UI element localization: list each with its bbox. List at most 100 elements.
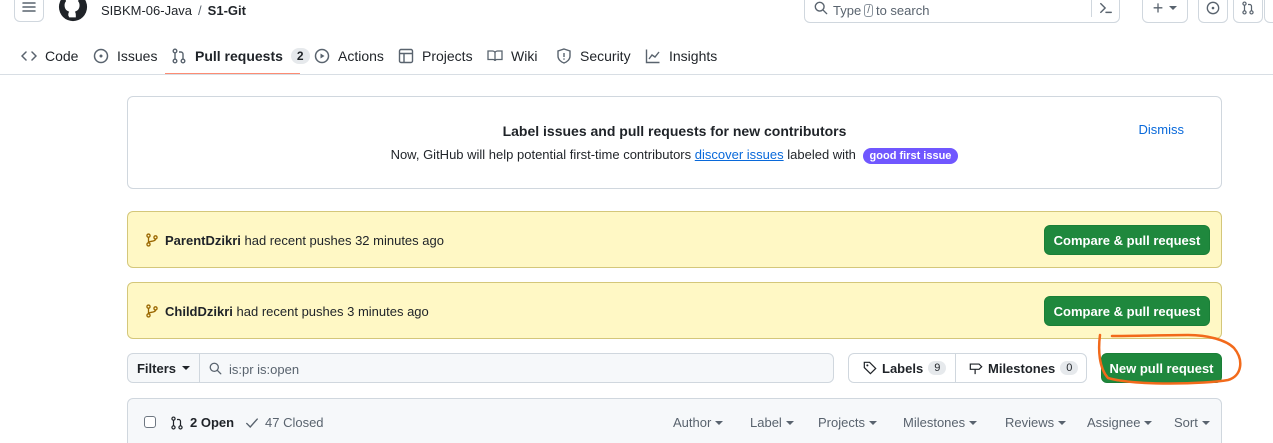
reviews-filter[interactable]: Reviews [1005, 415, 1067, 430]
breadcrumb-owner[interactable]: SIBKM-06-Java [101, 3, 192, 18]
labels-divider [955, 354, 956, 382]
tab-actions-label: Actions [338, 48, 384, 64]
reviews-filter-label: Reviews [1005, 415, 1055, 430]
tab-projects-label: Projects [422, 48, 473, 64]
search-placeholder: Type / to search [833, 3, 929, 18]
search-shortcut-key: / [864, 4, 873, 17]
search-placeholder-before: Type [833, 3, 862, 18]
good-first-issue-label[interactable]: good first issue [862, 148, 959, 164]
issues-button[interactable] [1198, 0, 1228, 23]
chevron-down-icon [785, 420, 794, 425]
tab-issues-label: Issues [117, 48, 158, 64]
check-icon [246, 417, 258, 428]
tab-insights-label: Insights [669, 48, 718, 64]
recent-push-notice: ParentDzikri had recent pushes 32 minute… [127, 211, 1222, 268]
projects-filter-label: Projects [818, 415, 865, 430]
milestones-filter[interactable]: Milestones [903, 415, 978, 430]
recent-push-text: ChildDzikri had recent pushes 3 minutes … [165, 304, 429, 319]
search-divider [1091, 0, 1092, 17]
issue-opened-icon [1206, 1, 1220, 14]
tab-insights[interactable]: Insights [645, 38, 717, 74]
banner-title: Label issues and pull requests for new c… [502, 123, 847, 139]
open-count: 2 Open [190, 415, 235, 430]
milestones-button[interactable]: Milestones 0 [969, 354, 1079, 382]
closed-filter[interactable]: 47 Closed [245, 415, 324, 430]
tab-wiki-label: Wiki [511, 48, 538, 64]
tab-wiki[interactable]: Wiki [487, 38, 537, 74]
filter-query-value: is:pr is:open [229, 362, 300, 377]
branch-name[interactable]: ChildDzikri [165, 304, 233, 319]
assignee-filter-label: Assignee [1087, 415, 1141, 430]
book-icon [487, 50, 503, 62]
filters-label: Filters [136, 360, 176, 376]
banner-description: Now, GitHub will help potential first-ti… [128, 147, 1221, 164]
author-filter[interactable]: Author [673, 415, 724, 430]
global-header: SIBKM-06-Java / S1-Git Type / to search … [0, 0, 1273, 28]
menu-button[interactable] [14, 0, 44, 22]
tab-projects[interactable]: Projects [398, 38, 473, 74]
dismiss-button[interactable]: Dismiss [1139, 122, 1185, 137]
discover-issues-link[interactable]: discover issues [695, 147, 784, 162]
repo-tabs: Code Issues Pull requests 2 Actions Proj… [0, 38, 1273, 74]
projects-filter[interactable]: Projects [818, 415, 877, 430]
play-icon [314, 48, 330, 64]
tab-issues[interactable]: Issues [93, 38, 157, 74]
command-palette-icon[interactable] [1099, 1, 1113, 15]
github-logo-icon[interactable] [58, 0, 88, 22]
sort-filter-label: Sort [1174, 415, 1198, 430]
chevron-down-icon [1169, 5, 1178, 10]
tab-pull-requests-label: Pull requests [195, 48, 283, 64]
milestone-icon [969, 363, 983, 375]
graph-icon [645, 49, 660, 64]
issue-opened-icon [93, 48, 109, 64]
chevron-down-icon [868, 420, 877, 425]
banner-desc-after: labeled with [787, 147, 856, 162]
sort-filter[interactable]: Sort [1174, 415, 1210, 430]
branch-name[interactable]: ParentDzikri [165, 233, 241, 248]
git-branch-icon [146, 233, 158, 247]
push-time-text: had recent pushes 3 minutes ago [236, 304, 429, 319]
labels-label: Labels [882, 360, 924, 376]
header-overflow-button[interactable] [1264, 0, 1273, 23]
labels-button[interactable]: Labels 9 [863, 354, 947, 382]
chevron-down-icon [182, 366, 190, 370]
chevron-down-icon [969, 420, 978, 425]
closed-count: 47 Closed [265, 415, 324, 430]
select-all-checkbox[interactable] [144, 416, 156, 428]
compare-pull-request-button[interactable]: Compare & pull request [1044, 225, 1210, 255]
shield-icon [557, 48, 571, 64]
breadcrumb-repo[interactable]: S1-Git [208, 3, 246, 18]
chevron-down-icon [715, 420, 724, 425]
chevron-down-icon [1058, 420, 1067, 425]
push-time-text: had recent pushes 32 minutes ago [244, 233, 444, 248]
global-search-input[interactable]: Type / to search [804, 0, 1120, 23]
open-filter[interactable]: 2 Open [170, 415, 234, 430]
compare-pull-request-button[interactable]: Compare & pull request [1044, 296, 1210, 326]
create-new-button[interactable]: + [1142, 0, 1188, 23]
milestones-label: Milestones [988, 360, 1056, 376]
filters-button[interactable]: Filters [127, 353, 200, 383]
pull-requests-button[interactable] [1233, 0, 1263, 23]
git-branch-icon [146, 304, 158, 318]
tag-icon [863, 361, 877, 375]
filter-search-input[interactable]: is:pr is:open [199, 353, 834, 383]
label-filter[interactable]: Label [750, 415, 794, 430]
git-pull-request-icon [172, 48, 186, 64]
search-icon [209, 362, 222, 375]
tab-actions[interactable]: Actions [314, 38, 384, 74]
tab-security[interactable]: Security [556, 38, 631, 74]
pull-request-list-header: 2 Open 47 Closed Author Label Projects M… [127, 398, 1222, 443]
recent-push-notice: ChildDzikri had recent pushes 3 minutes … [127, 282, 1222, 339]
table-icon [398, 48, 414, 64]
milestones-filter-label: Milestones [903, 415, 966, 430]
git-pull-request-icon [1242, 0, 1254, 15]
author-filter-label: Author [673, 415, 712, 430]
assignee-filter[interactable]: Assignee [1087, 415, 1153, 430]
hamburger-icon [22, 2, 36, 12]
search-icon [814, 1, 828, 15]
tab-pull-requests[interactable]: Pull requests 2 [171, 38, 310, 74]
tab-code-label: Code [45, 48, 79, 64]
tab-code[interactable]: Code [21, 38, 78, 74]
chevron-down-icon [1144, 420, 1153, 425]
chevron-down-icon [1201, 420, 1210, 425]
